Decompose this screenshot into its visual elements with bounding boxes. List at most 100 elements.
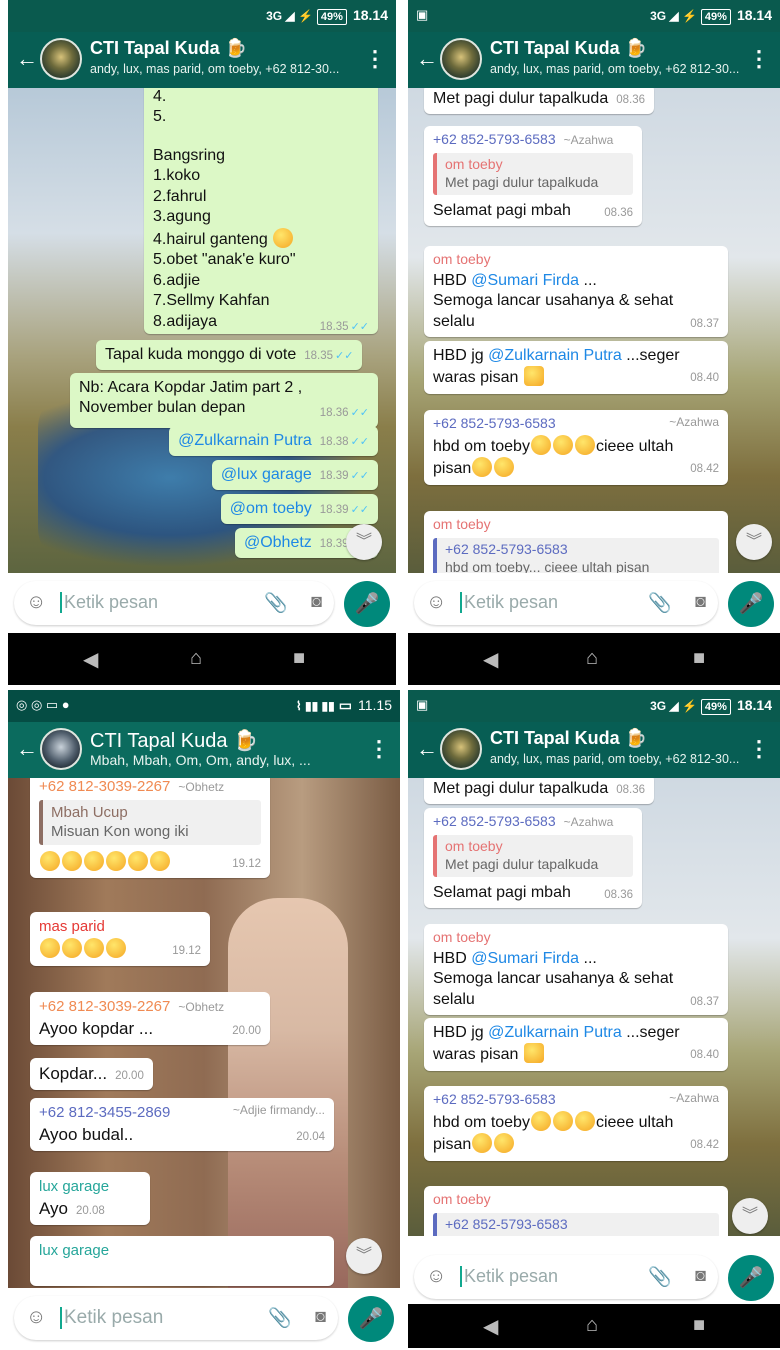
nav-recents-icon[interactable]: ■ [293, 647, 305, 670]
message-met-pagi[interactable]: Met pagi dulur tapalkuda 08.36 [424, 778, 655, 805]
chat-header[interactable]: ← CTI Tapal Kuda 🍺 andy, lux, mas parid,… [8, 32, 396, 88]
quoted-message[interactable]: om toeby Met pagi dulur tapalkuda [433, 152, 633, 195]
camera-icon[interactable]: ◙ [315, 1306, 326, 1327]
sender-name[interactable]: lux garage [39, 1177, 141, 1196]
message-input[interactable]: ☺ Ketik pesan 📎 ◙ [14, 581, 334, 625]
camera-icon[interactable]: ◙ [695, 1265, 706, 1286]
mention-link[interactable]: @om toeby [230, 500, 312, 517]
message-reply-toeby[interactable]: om toeby +62 852-5793-6583hbd om toeby..… [424, 511, 728, 573]
nav-back-icon[interactable]: ◀ [483, 1314, 498, 1339]
nav-back-icon[interactable]: ◀ [83, 647, 98, 672]
sender-name[interactable]: +62 852-5793-6583 ~Azahwa [433, 813, 633, 831]
message-reply-toeby[interactable]: om toeby +62 852-5793-6583hbd om toeby..… [424, 1186, 728, 1236]
more-vert-icon[interactable]: ⋮ [368, 736, 390, 762]
sender-name[interactable]: +62 812-3039-2267 ~Obhetz [39, 778, 261, 796]
sender-name[interactable]: om toeby [433, 516, 719, 534]
sender-name[interactable]: +62 852-5793-6583 ~Azahwa [433, 1091, 719, 1109]
sender-name[interactable]: mas parid [39, 917, 201, 936]
quoted-message[interactable]: +62 852-5793-6583hbd om toeby... cieee u… [433, 537, 719, 573]
sender-name[interactable]: om toeby [433, 251, 719, 269]
sender-name[interactable]: +62 812-3455-2869 ~Adjie firmandy... [39, 1103, 325, 1122]
nav-recents-icon[interactable]: ■ [693, 1314, 705, 1337]
sender-name[interactable]: +62 852-5793-6583 ~Azahwa [433, 131, 633, 149]
paperclip-icon[interactable]: 📎 [268, 1306, 292, 1330]
mention-link[interactable]: @lux garage [221, 466, 312, 483]
message-met-pagi[interactable]: Met pagi dulur tapalkuda 08.36 [424, 88, 655, 115]
group-avatar[interactable] [40, 728, 82, 770]
emoji-icon[interactable]: ☺ [26, 591, 46, 614]
message-list[interactable]: 4. 5. Bangsring 1.koko 2.fahrul 3.agung … [144, 88, 378, 334]
sender-name[interactable]: +62 812-3039-2267 ~Obhetz [39, 997, 261, 1016]
message-ayo[interactable]: lux garage Ayo 20.08 [30, 1172, 150, 1225]
quoted-message[interactable]: +62 852-5793-6583hbd om toeby... cieee u… [433, 1212, 719, 1236]
message-ayoo-kopdar[interactable]: +62 812-3039-2267 ~Obhetz Ayoo kopdar ...… [30, 992, 270, 1045]
message-hbd-zulkarnain[interactable]: HBD jg @Zulkarnain Putra ...seger waras … [424, 1018, 728, 1071]
sender-name[interactable]: om toeby [433, 929, 719, 947]
quoted-message[interactable]: Mbah Ucup Misuan Kon wong iki [39, 800, 261, 845]
group-title[interactable]: CTI Tapal Kuda 🍺 [90, 728, 258, 753]
message-obhetz-reply[interactable]: +62 812-3039-2267 ~Obhetz Mbah Ucup Misuan… [30, 778, 270, 879]
message-kopdar[interactable]: Kopdar... 20.00 [30, 1058, 153, 1090]
arrow-left-icon[interactable]: ← [416, 46, 438, 72]
message-tag-zulkarnain[interactable]: @Zulkarnain Putra 18.38 ✓✓ [169, 426, 378, 457]
message-lux-garage[interactable]: lux garage [30, 1236, 334, 1286]
paperclip-icon[interactable]: 📎 [264, 591, 288, 615]
paperclip-icon[interactable]: 📎 [648, 591, 672, 615]
arrow-left-icon[interactable]: ← [16, 46, 38, 72]
mic-icon[interactable]: 🎤 [728, 581, 774, 627]
message-reply-azahwa[interactable]: +62 852-5793-6583 ~Azahwa om toeby Met pag… [424, 126, 642, 227]
camera-icon[interactable]: ◙ [311, 591, 322, 612]
group-title[interactable]: CTI Tapal Kuda 🍺 [490, 728, 647, 749]
chat-area[interactable]: 4. 5. Bangsring 1.koko 2.fahrul 3.agung … [8, 88, 396, 573]
chat-header[interactable]: ← CTI Tapal Kuda 🍺 andy, lux, mas parid,… [408, 722, 780, 778]
more-vert-icon[interactable]: ⋮ [748, 736, 770, 762]
camera-icon[interactable]: ◙ [695, 591, 706, 612]
mic-icon[interactable]: 🎤 [728, 1255, 774, 1301]
arrow-left-icon[interactable]: ← [416, 736, 438, 762]
sender-name[interactable]: lux garage [39, 1241, 325, 1260]
scroll-down-icon[interactable]: ︾ [736, 524, 772, 560]
message-hbd-sumari[interactable]: om toeby HBD @Sumari Firda ... Semoga la… [424, 246, 728, 338]
more-vert-icon[interactable]: ⋮ [364, 46, 386, 72]
group-avatar[interactable] [40, 38, 82, 80]
sender-name[interactable]: om toeby [433, 1191, 719, 1209]
mic-icon[interactable]: 🎤 [348, 1296, 394, 1342]
sender-name[interactable]: +62 852-5793-6583 ~Azahwa [433, 415, 719, 433]
message-hbd-toeby[interactable]: +62 852-5793-6583 ~Azahwa hbd om toeby cie… [424, 1086, 728, 1161]
message-ayoo-budal[interactable]: +62 812-3455-2869 ~Adjie firmandy... Ayoo… [30, 1098, 334, 1151]
nav-recents-icon[interactable]: ■ [693, 647, 705, 670]
chat-area[interactable]: +62 812-3039-2267 ~Obhetz Mbah Ucup Misuan… [8, 778, 400, 1288]
chat-area[interactable]: Met pagi dulur tapalkuda 08.36 +62 852-57… [408, 88, 780, 573]
message-input[interactable]: ☺ Ketik pesan 📎 ◙ [414, 1255, 718, 1299]
emoji-icon[interactable]: ☺ [26, 1306, 46, 1329]
paperclip-icon[interactable]: 📎 [648, 1265, 672, 1289]
chat-header[interactable]: ← CTI Tapal Kuda 🍺 andy, lux, mas parid,… [408, 32, 780, 88]
nav-home-icon[interactable]: ⌂ [586, 1314, 598, 1337]
mic-icon[interactable]: 🎤 [344, 581, 390, 627]
message-hbd-zulkarnain[interactable]: HBD jg @Zulkarnain Putra ...seger waras … [424, 341, 728, 394]
nav-home-icon[interactable]: ⌂ [586, 647, 598, 670]
message-input[interactable]: ☺ Ketik pesan 📎 ◙ [14, 1296, 338, 1340]
group-avatar[interactable] [440, 728, 482, 770]
scroll-down-icon[interactable]: ︾ [346, 524, 382, 560]
message-kopdar-note[interactable]: Nb: Acara Kopdar Jatim part 2 , November… [70, 373, 378, 428]
message-mas-parid[interactable]: mas parid 19.12 [30, 912, 210, 966]
nav-home-icon[interactable]: ⌂ [190, 647, 202, 670]
message-tag-toeby[interactable]: @om toeby 18.39 ✓✓ [220, 494, 378, 525]
message-vote[interactable]: Tapal kuda monggo di vote 18.35 ✓✓ [96, 340, 363, 371]
more-vert-icon[interactable]: ⋮ [748, 46, 770, 72]
chat-area[interactable]: Met pagi dulur tapalkuda 08.36 +62 852-57… [408, 778, 780, 1236]
message-hbd-toeby[interactable]: +62 852-5793-6583 ~Azahwa hbd om toeby cie… [424, 410, 728, 485]
emoji-icon[interactable]: ☺ [426, 1265, 446, 1288]
emoji-icon[interactable]: ☺ [426, 591, 446, 614]
group-avatar[interactable] [440, 38, 482, 80]
group-title[interactable]: CTI Tapal Kuda 🍺 [90, 38, 247, 59]
message-reply-azahwa[interactable]: +62 852-5793-6583 ~Azahwa om toeby Met pag… [424, 808, 642, 909]
scroll-down-icon[interactable]: ︾ [732, 1198, 768, 1234]
group-title[interactable]: CTI Tapal Kuda 🍺 [490, 38, 647, 59]
nav-back-icon[interactable]: ◀ [483, 647, 498, 672]
mention-link[interactable]: @Obhetz [244, 534, 312, 551]
message-input[interactable]: ☺ Ketik pesan 📎 ◙ [414, 581, 718, 625]
arrow-left-icon[interactable]: ← [16, 736, 38, 762]
quoted-message[interactable]: om toeby Met pagi dulur tapalkuda [433, 834, 633, 877]
